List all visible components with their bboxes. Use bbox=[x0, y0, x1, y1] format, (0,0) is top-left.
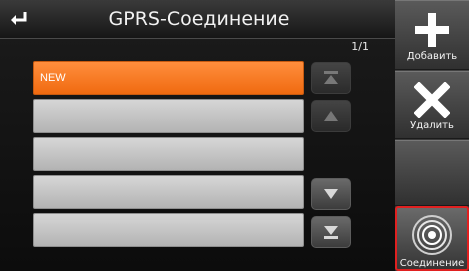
list-item[interactable] bbox=[33, 213, 304, 247]
signal-waves-icon bbox=[412, 215, 452, 255]
scroll-to-top-icon bbox=[324, 71, 338, 84]
title-bar: GPRS-Соединение bbox=[0, 0, 395, 39]
sidebar-empty-slot bbox=[395, 140, 469, 206]
list-item[interactable]: NEW bbox=[33, 61, 304, 95]
scroll-up-button[interactable] bbox=[311, 100, 351, 132]
connect-button-label: Соединение bbox=[399, 258, 465, 269]
delete-button[interactable]: Удалить bbox=[395, 71, 469, 139]
scroll-top-button[interactable] bbox=[311, 62, 351, 94]
page-indicator: 1/1 bbox=[351, 40, 369, 53]
gprs-connection-screen: GPRS-Соединение 1/1 NEW Добавить Удалить… bbox=[0, 0, 469, 271]
connect-button[interactable]: Соединение bbox=[395, 206, 469, 271]
scroll-bottom-button[interactable] bbox=[311, 216, 351, 248]
add-button[interactable]: Добавить bbox=[395, 0, 469, 70]
connection-list: NEW bbox=[33, 61, 304, 251]
add-button-label: Добавить bbox=[406, 51, 458, 62]
action-sidebar: Добавить Удалить Соединение bbox=[395, 0, 469, 271]
back-arrow-icon bbox=[11, 12, 27, 25]
close-icon bbox=[414, 82, 450, 118]
plus-icon bbox=[415, 13, 449, 47]
delete-button-label: Удалить bbox=[410, 120, 454, 131]
scroll-to-bottom-icon bbox=[324, 226, 338, 239]
page-title: GPRS-Соединение bbox=[108, 8, 290, 30]
list-item-label: NEW bbox=[40, 72, 66, 84]
list-item[interactable] bbox=[33, 175, 304, 209]
scroll-down-button[interactable] bbox=[311, 178, 351, 210]
scroll-down-icon bbox=[324, 189, 338, 199]
back-button[interactable] bbox=[4, 4, 34, 34]
list-item[interactable] bbox=[33, 137, 304, 171]
list-item[interactable] bbox=[33, 99, 304, 133]
scroll-up-icon bbox=[324, 111, 338, 121]
